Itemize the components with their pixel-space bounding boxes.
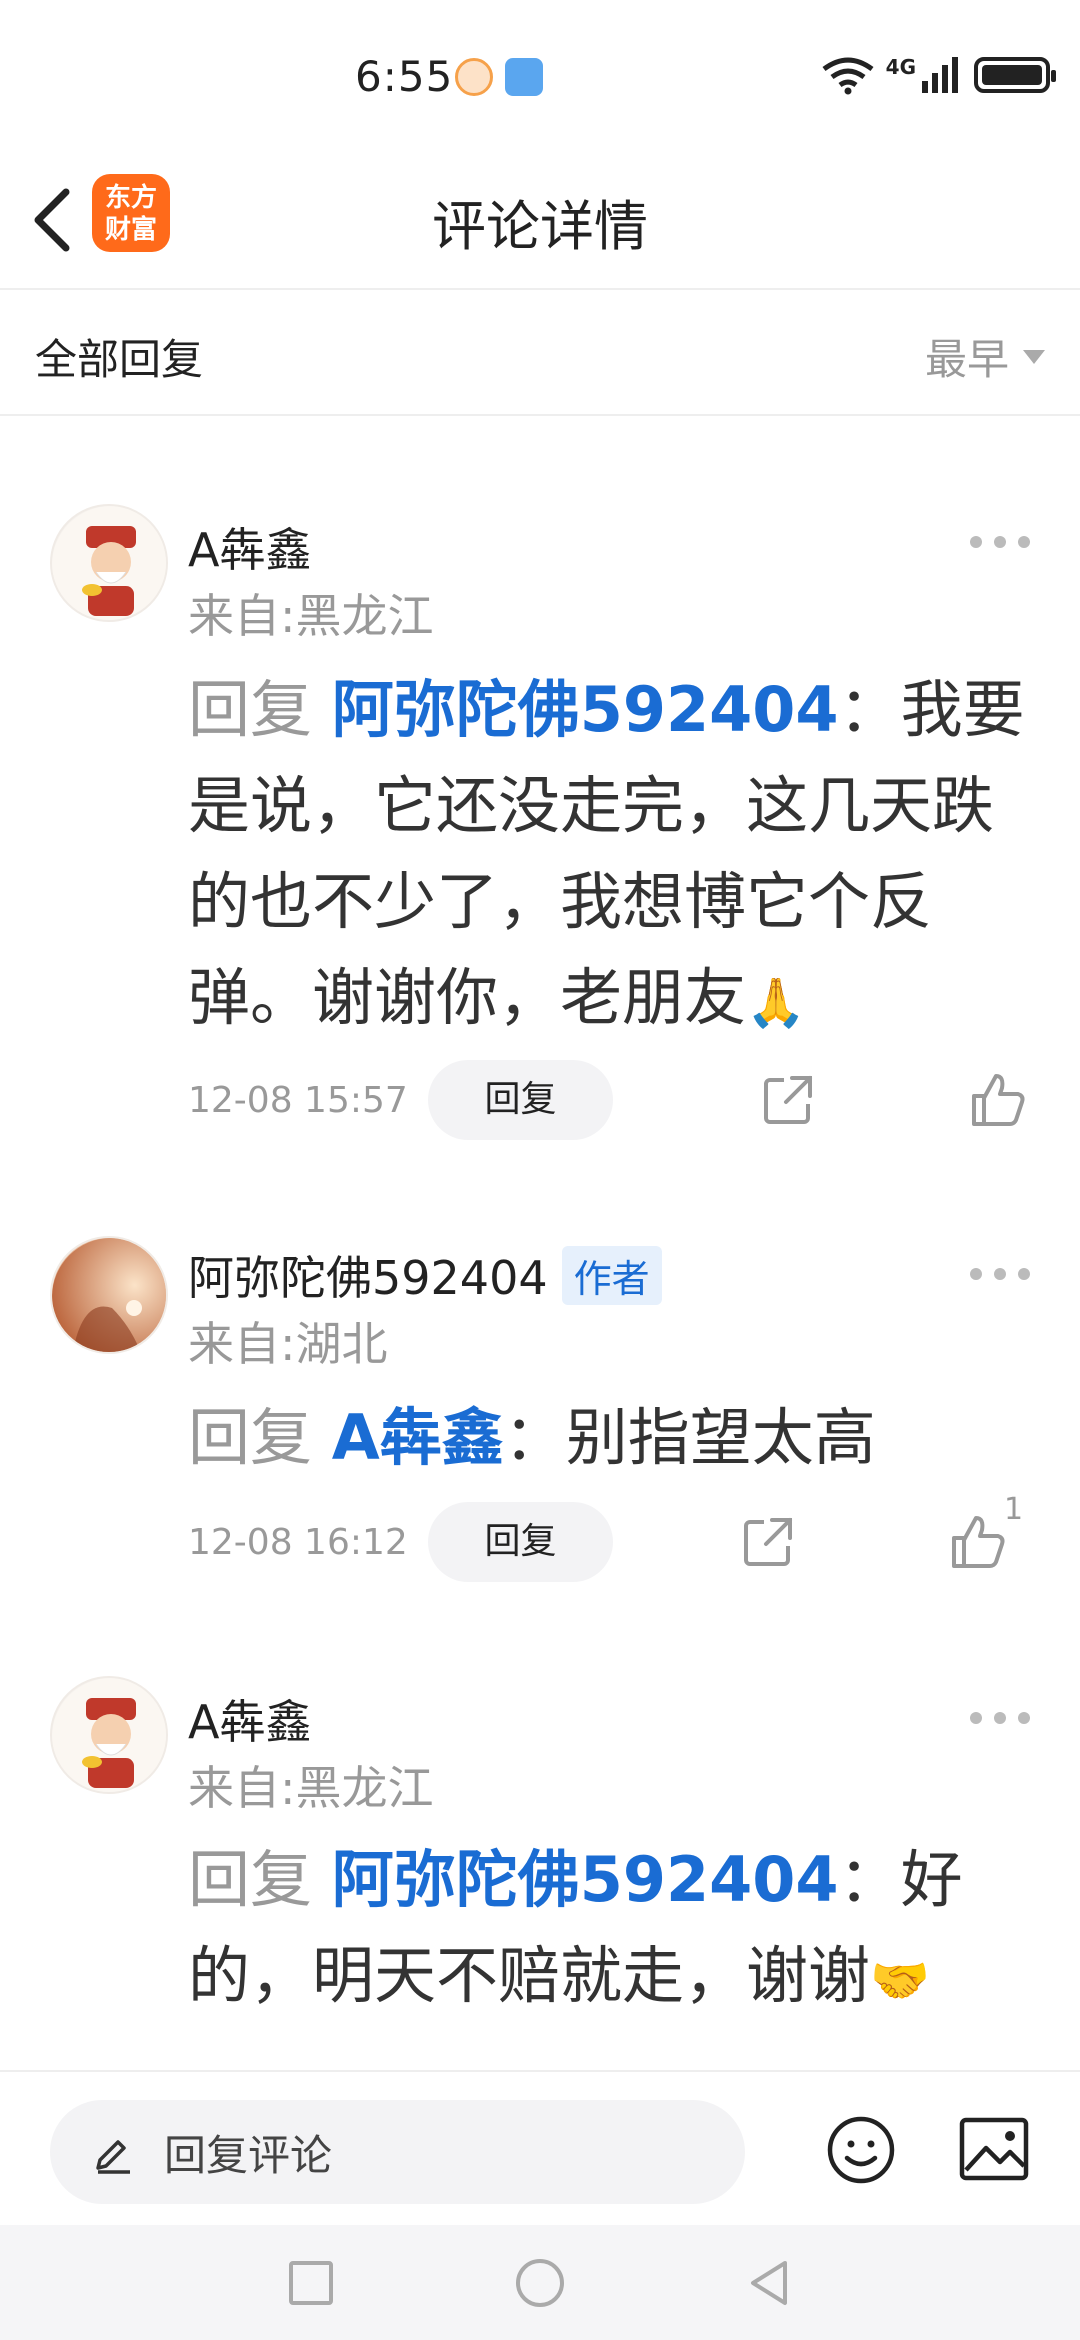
username-row: A犇鑫 (188, 1686, 311, 1752)
comment-meta: 12-08 15:57 回复 (188, 1060, 1038, 1140)
emoji-icon[interactable] (825, 2114, 897, 2186)
wifi-icon (822, 57, 874, 95)
more-options-icon[interactable] (970, 1708, 1030, 1728)
battery-icon (974, 57, 1056, 93)
more-options-icon[interactable] (970, 532, 1030, 552)
status-right: 4G (820, 55, 1056, 95)
reply-comment-input[interactable]: 回复评论 (50, 2100, 745, 2204)
reply-button[interactable]: 回复 (428, 1060, 613, 1140)
signal-icon (922, 57, 958, 93)
comment-meta: 12-08 16:12 回复 1 (188, 1492, 1038, 1582)
like-count: 1 (1004, 1492, 1024, 1527)
page-title: 评论详情 (432, 195, 648, 258)
share-icon[interactable] (738, 1512, 798, 1572)
comment-body[interactable]: 回复 阿弥陀佛592404：我要是说，它还没走完，这几天跌的也不少了，我想博它个… (188, 662, 1038, 1051)
avatar[interactable] (50, 504, 168, 622)
filter-bar: 全部回复 最早 (0, 292, 1080, 416)
username[interactable]: 阿弥陀佛592404 (188, 1242, 548, 1308)
author-badge: 作者 (561, 1245, 662, 1305)
reply-word: 回复 (188, 1401, 313, 1474)
network-label: 4G (885, 55, 916, 79)
comment-body[interactable]: 回复 阿弥陀佛592404：好的，明天不赔就走，谢谢🤝 (188, 1832, 1038, 2029)
username-row: A犇鑫 (188, 514, 311, 580)
username-row: 阿弥陀佛592404 作者 (188, 1242, 662, 1308)
fortune-god-avatar-icon (52, 1678, 166, 1792)
handshake-emoji: 🤝 (870, 1953, 930, 2009)
reply-button[interactable]: 回复 (428, 1502, 613, 1582)
status-time: 6:55 (355, 52, 454, 101)
recents-square-icon[interactable] (283, 2255, 339, 2311)
share-icon[interactable] (758, 1070, 818, 1130)
username[interactable]: A犇鑫 (188, 1686, 311, 1752)
avatar[interactable] (50, 1676, 168, 1794)
buddha-avatar-icon (52, 1238, 166, 1352)
reply-word: 回复 (188, 673, 313, 746)
back-triangle-icon[interactable] (741, 2255, 797, 2311)
more-options-icon[interactable] (970, 1264, 1030, 1284)
thumbs-up-icon[interactable] (948, 1512, 1008, 1572)
reply-word: 回复 (188, 1843, 313, 1916)
caret-down-icon (1023, 349, 1045, 364)
comment-text: 别指望太高 (565, 1401, 876, 1474)
status-bar: 6:55 4G (0, 0, 1080, 150)
comment-time: 12-08 15:57 (188, 1080, 408, 1121)
header: 东方 财富 评论详情 (0, 150, 1080, 290)
username[interactable]: A犇鑫 (188, 514, 311, 580)
mention-link[interactable]: 阿弥陀佛592404 (332, 1843, 839, 1916)
location: 来自:黑龙江 (188, 589, 434, 643)
comment-time: 12-08 16:12 (188, 1522, 408, 1563)
system-nav-bar (0, 2225, 1080, 2340)
pray-emoji: 🙏 (746, 975, 806, 1031)
mention-link[interactable]: 阿弥陀佛592404 (332, 673, 839, 746)
home-circle-icon[interactable] (512, 2255, 568, 2311)
avatar[interactable] (50, 1236, 168, 1354)
comment-body[interactable]: 回复 A犇鑫：别指望太高 (188, 1390, 1038, 1486)
sort-label: 最早 (924, 335, 1009, 384)
colon: ： (503, 1401, 566, 1474)
mention-link[interactable]: A犇鑫 (332, 1401, 504, 1474)
all-replies-label: 全部回复 (35, 335, 204, 384)
pencil-icon (96, 2140, 130, 2174)
sort-dropdown[interactable]: 最早 (925, 326, 1045, 387)
location: 来自:湖北 (188, 1317, 388, 1371)
fortune-god-avatar-icon (52, 506, 166, 620)
colon: ： (838, 1843, 901, 1916)
colon: ： (838, 673, 901, 746)
image-icon[interactable] (958, 2116, 1030, 2182)
sun-notification-icon (455, 58, 493, 96)
location: 来自:黑龙江 (188, 1761, 434, 1815)
weather-icon (505, 58, 543, 96)
reply-placeholder: 回复评论 (164, 2130, 333, 2180)
bottom-input-bar: 回复评论 (0, 2070, 1080, 2225)
thumbs-up-icon[interactable] (968, 1070, 1028, 1130)
